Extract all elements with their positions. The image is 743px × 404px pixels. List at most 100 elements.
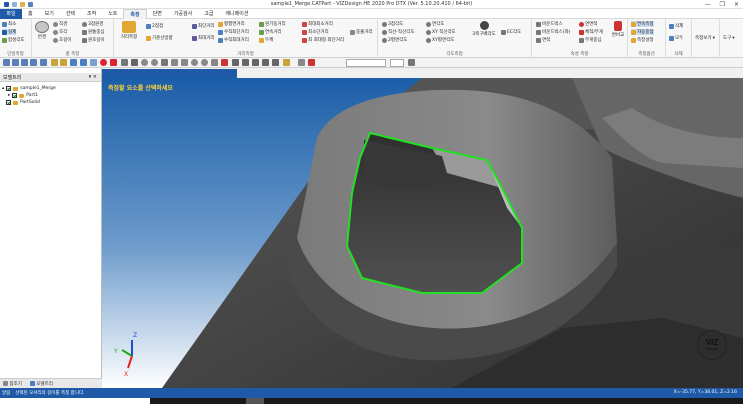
- undo-icon[interactable]: [51, 59, 58, 66]
- ribbon-btn-plane-angle[interactable]: 2평면각도: [382, 37, 407, 43]
- ribbon-btn-tools[interactable]: 도구 ▾: [723, 35, 735, 42]
- ribbon-btn-2pt[interactable]: 2점점: [146, 23, 163, 29]
- ribbon-btn-continuous[interactable]: 연속거리: [259, 29, 282, 35]
- ribbon-btn-auto-mid[interactable]: 자동중점: [631, 29, 654, 35]
- ribbon-btn-distance[interactable]: 거리측정: [118, 21, 140, 40]
- cross-icon[interactable]: [232, 59, 239, 66]
- target-icon[interactable]: [201, 59, 208, 66]
- tag-icon[interactable]: [298, 59, 305, 66]
- expand-icon[interactable]: ▴: [2, 86, 4, 91]
- ribbon-btn-ec[interactable]: EC각도: [501, 29, 521, 35]
- restore-button[interactable]: ❐: [720, 1, 725, 8]
- ribbon-btn-continuous-measure[interactable]: 연속측정: [631, 21, 654, 27]
- ribbon-btn-baseline[interactable]: 기준선방향: [146, 35, 173, 41]
- visibility-checkbox[interactable]: [6, 100, 11, 105]
- select-icon[interactable]: [70, 59, 77, 66]
- ribbon-btn-center-dist[interactable]: 중출거리: [350, 29, 373, 35]
- circle-tool-icon[interactable]: [141, 59, 148, 66]
- ribbon-btn-radius[interactable]: 반경: [34, 21, 50, 40]
- file-menu[interactable]: 파일: [0, 8, 22, 19]
- ribbon-btn-volume[interactable]: 체적/무게: [579, 29, 603, 35]
- ribbon-btn-cyl-center[interactable]: 원통중심: [82, 29, 105, 35]
- ribbon-btn-face-area[interactable]: 면면적: [579, 21, 597, 27]
- ribbon-btn-xy-line[interactable]: XY 직선각도: [426, 29, 456, 35]
- ribbon-btn-max-dist[interactable]: 최대거리: [192, 35, 215, 41]
- dim-icon[interactable]: [262, 59, 269, 66]
- ribbon-btn-delete[interactable]: 삭제: [669, 23, 683, 29]
- ribbon-btn-measure-view[interactable]: 측정보기 ▾: [695, 35, 715, 42]
- shape-icon[interactable]: [181, 59, 188, 66]
- ribbon-btn-cylinder-dist[interactable]: 원기둥거리: [259, 21, 286, 27]
- ribbon-btn-perp-max[interactable]: 수직최대거리: [218, 37, 249, 43]
- ribbon-btn-min[interactable]: 최소: [2, 21, 16, 27]
- panel-pin-close[interactable]: ▾ ×: [89, 74, 97, 80]
- menu-item-select[interactable]: 선택: [60, 9, 81, 19]
- ribbon-btn-maxmin[interactable]: 최대최소거리: [302, 21, 333, 27]
- zoom-combo[interactable]: [346, 59, 386, 67]
- menu-item-measure[interactable]: 측정: [123, 8, 147, 19]
- ribbon-btn-3pt-circle[interactable]: 3점원경: [82, 21, 103, 27]
- tab-model-tree[interactable]: 모델트리: [29, 380, 53, 387]
- axis-icon[interactable]: [121, 59, 128, 66]
- ribbon-btn-delete-all[interactable]: 모두: [669, 35, 683, 41]
- ribbon-btn-bbox-left[interactable]: 바운드박스(좌): [536, 29, 570, 35]
- slash-icon[interactable]: [161, 59, 168, 66]
- ribbon-btn-3pt-angle[interactable]: 3점각도: [382, 21, 403, 27]
- menu-item-note[interactable]: 노트: [102, 9, 123, 19]
- ribbon-btn-draft[interactable]: 3축구배각도: [471, 21, 497, 37]
- close-button[interactable]: ✕: [734, 1, 739, 8]
- open-icon[interactable]: [12, 59, 19, 66]
- record-icon[interactable]: [110, 59, 117, 66]
- ribbon-btn-compare[interactable]: 면비교: [610, 21, 626, 38]
- menu-item-advanced[interactable]: 고급: [198, 9, 219, 19]
- ribbon-btn-actual[interactable]: 실제: [2, 29, 17, 35]
- new-icon[interactable]: [3, 59, 10, 66]
- grid-icon[interactable]: [242, 59, 249, 66]
- tree-row-root[interactable]: ▴ sample1_Merge: [2, 85, 99, 92]
- ribbon-btn-arc-angle[interactable]: 호각: [53, 29, 67, 35]
- ribbon-btn-max-shortest[interactable]: 최 최대형 최단거리: [302, 37, 344, 43]
- doc-tab-active[interactable]: [102, 69, 237, 78]
- tree-row-solid[interactable]: PartSolid: [2, 99, 99, 106]
- ring-icon[interactable]: [191, 59, 198, 66]
- ribbon-btn-measure-settings[interactable]: 측정설정: [631, 37, 654, 43]
- path-icon[interactable]: [211, 59, 218, 66]
- circle2-tool-icon[interactable]: [151, 59, 158, 66]
- option-combo[interactable]: [390, 59, 404, 67]
- tree-row-part[interactable]: ▸ Part1: [2, 92, 99, 99]
- menu-item-inspection[interactable]: 가공검사: [168, 9, 198, 19]
- model-render[interactable]: Y Z X: [102, 78, 743, 388]
- menu-item-view[interactable]: 보기: [39, 9, 60, 19]
- text-icon[interactable]: [252, 59, 259, 66]
- rotate-icon[interactable]: [90, 59, 97, 66]
- tool-icon[interactable]: [308, 59, 315, 66]
- ribbon-btn-line-angle[interactable]: 직선-직선각도: [382, 29, 414, 35]
- visibility-checkbox[interactable]: [6, 86, 12, 91]
- visibility-checkbox[interactable]: [12, 93, 18, 98]
- save-icon-tb[interactable]: [21, 59, 28, 66]
- ribbon-btn-bbox[interactable]: 바운드박스: [536, 21, 563, 27]
- stop-icon[interactable]: [100, 59, 107, 66]
- more-icon[interactable]: [408, 59, 415, 66]
- pen-icon[interactable]: [283, 59, 290, 66]
- measure-tool-icon[interactable]: [221, 59, 228, 66]
- ribbon-btn-thickness[interactable]: 두께: [259, 37, 273, 43]
- ribbon-btn-diameter[interactable]: 직경: [53, 21, 67, 27]
- menu-item-section[interactable]: 단면: [147, 9, 168, 19]
- print-icon[interactable]: [40, 59, 47, 66]
- ribbon-btn-arc-length[interactable]: 호길이: [53, 37, 71, 43]
- ribbon-btn-min-dist[interactable]: 최단거리: [192, 23, 215, 29]
- save-as-icon[interactable]: [30, 59, 37, 66]
- ribbon-btn-area[interactable]: 면적: [536, 37, 550, 43]
- ribbon-btn-composite[interactable]: 합성각도: [2, 37, 25, 43]
- menu-item-manipulate[interactable]: 조작: [81, 9, 102, 19]
- line-icon[interactable]: [131, 59, 138, 66]
- ribbon-btn-parallel[interactable]: 평행면거리: [218, 21, 245, 27]
- redo-icon[interactable]: [60, 59, 67, 66]
- menu-item-home[interactable]: 홈: [22, 9, 39, 19]
- tab-reference[interactable]: 참조기: [3, 380, 22, 387]
- expand-icon[interactable]: ▸: [8, 93, 10, 98]
- menu-item-animation[interactable]: 애니메이션: [219, 9, 254, 19]
- note-icon[interactable]: [272, 59, 279, 66]
- ribbon-btn-perp-min[interactable]: 수직최단거리: [218, 29, 249, 35]
